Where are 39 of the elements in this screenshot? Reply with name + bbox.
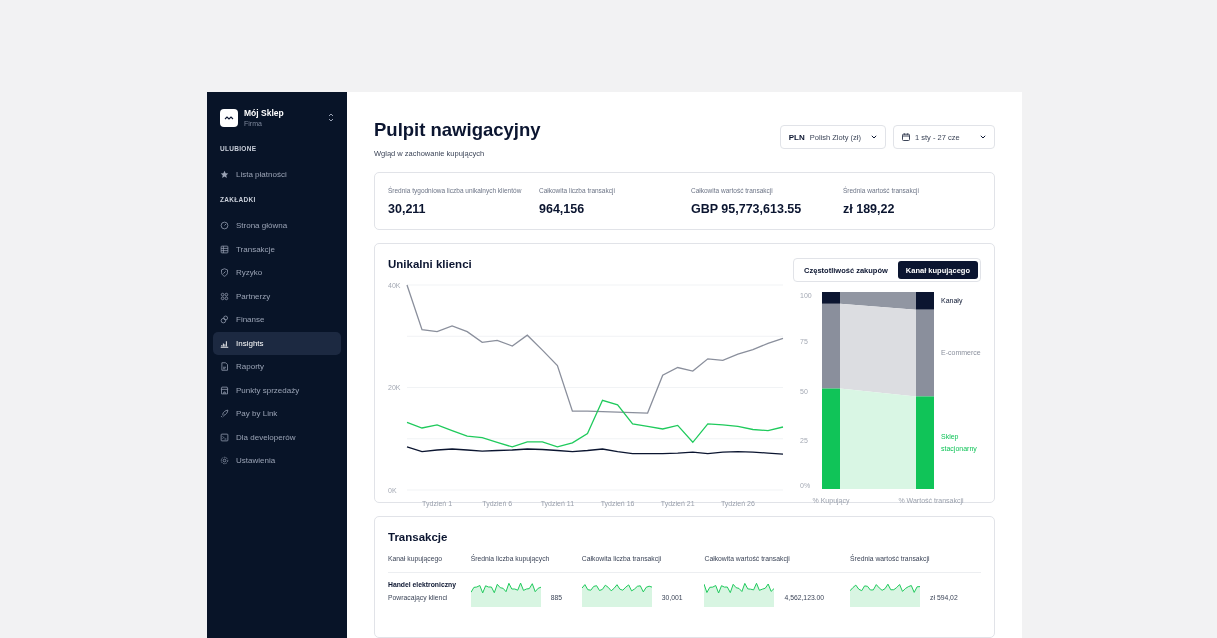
bar-chart-icon (220, 338, 229, 348)
logo-icon (220, 108, 238, 127)
card-title: Transakcje (388, 531, 449, 543)
sparkline-chart (704, 581, 775, 607)
star-icon (220, 170, 229, 179)
gauge-icon (220, 221, 229, 230)
document-icon (220, 362, 229, 371)
sparkline-chart (850, 581, 921, 607)
stat-value: zł 189,22 (843, 202, 896, 216)
sidebar-item[interactable]: Partnerzy (213, 284, 341, 308)
stat-value: 30,211 (388, 202, 427, 216)
sidebar-item[interactable]: Dla developerów (213, 425, 341, 449)
page-title: Pulpit nawigacyjny (374, 119, 541, 141)
store-name: Mój Sklep (244, 108, 285, 118)
settings-icon (220, 456, 229, 465)
table-icon (220, 244, 229, 254)
sparkline-chart (581, 581, 652, 607)
sidebar-item[interactable]: Transakcje (213, 237, 341, 261)
sidebar-item[interactable]: Raporty (213, 355, 341, 378)
people-icon (220, 291, 229, 301)
sidebar-item[interactable]: Punkty sprzedaży (213, 378, 341, 402)
calendar-icon (902, 133, 910, 141)
terminal-icon (220, 432, 229, 442)
stat-value: GBP 95,773,613.55 (691, 202, 803, 216)
switcher-icon[interactable] (328, 113, 334, 122)
shield-icon (220, 268, 229, 277)
card-title: Unikalni klienci (388, 258, 472, 270)
stat-value: 964,156 (539, 202, 586, 216)
sidebar-item[interactable]: Pay by Link (213, 402, 341, 425)
sidebar-item[interactable]: Lista płatności (213, 163, 341, 186)
sidebar-item[interactable]: Ustawienia (213, 449, 341, 472)
sidebar-item[interactable]: Strona główna (213, 214, 341, 237)
sidebar-item[interactable]: Insights (213, 331, 341, 355)
sidebar-item[interactable]: Finanse (213, 308, 341, 331)
storefront-icon (220, 385, 229, 395)
sidebar-item[interactable]: Ryzyko (213, 261, 341, 284)
chevron-down-icon (980, 135, 986, 139)
sparkline-chart (470, 581, 541, 607)
chevron-down-icon (871, 135, 877, 139)
